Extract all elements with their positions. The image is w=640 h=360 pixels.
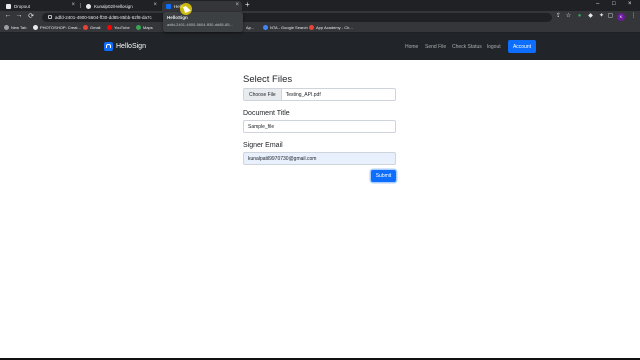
bookmark-label: Ap... [246, 25, 255, 30]
tab-favicon-icon [6, 3, 11, 9]
signer-email-label: Signer Email [243, 142, 283, 149]
nav-send-file[interactable]: Send File [425, 44, 446, 50]
bookmark-label: PHOTOSHOP: Creat... [40, 25, 81, 30]
tab-tooltip: HelloSign adfd-2401-4900-5604-ff30-dd85-… [163, 12, 243, 32]
sidebar-icon[interactable]: ▢ [607, 13, 614, 20]
nav-logout[interactable]: logout [487, 44, 501, 50]
maps-icon [136, 25, 141, 30]
youtube-icon [107, 25, 112, 30]
lock-icon [48, 15, 52, 19]
bookmark-item[interactable]: App Academy - Ch... [309, 25, 353, 30]
browser-tab-github[interactable]: Kunalp02/Hellosign × [82, 1, 160, 11]
bookmark-label: Maps [143, 25, 153, 30]
tooltip-url: adfd-2401-4900-5604-ff30-dd85-85... [167, 22, 233, 27]
minimize-icon[interactable]: – [596, 1, 599, 7]
signer-email-input[interactable]: kunalpatil9970730@gmail.com [243, 152, 396, 165]
document-title-label: Document Title [243, 110, 290, 117]
upload-form: Select Files Choose File Testing_API.pdf… [243, 74, 397, 182]
bookmarks-bar: New Tab PHOTOSHOP: Creat... Gmail YouTub… [0, 23, 640, 33]
selected-file-name: Testing_API.pdf [285, 91, 321, 98]
hellosign-logo-icon [104, 42, 113, 51]
bookmark-item[interactable]: NTA - Google Search [263, 25, 308, 30]
new-tab-button[interactable]: + [245, 0, 250, 9]
tooltip-title: HelloSign [167, 15, 188, 20]
puzzle-icon[interactable]: ✦ [598, 13, 605, 20]
tab-close-icon[interactable]: × [153, 2, 157, 8]
browser-tab-hellosign[interactable]: Hello × [162, 1, 242, 11]
bookmark-item[interactable]: New Tab [4, 25, 27, 30]
back-arrow-icon[interactable]: ← [4, 12, 12, 19]
select-files-heading: Select Files [243, 74, 293, 85]
browser-toolbar: ← → ⟳ adfd-2401-4900-5604-ff30-dd85-85bb… [0, 11, 640, 23]
menu-kebab-icon[interactable]: ⋮ [630, 13, 637, 20]
grid-icon [4, 25, 9, 30]
address-text: adfd-2401-4900-5604-ff30-dd85-85bb-62f8-… [55, 14, 152, 20]
bookmark-label: NTA - Google Search [270, 25, 308, 30]
hellosign-favicon-icon [166, 3, 171, 9]
gmail-icon [83, 25, 88, 30]
google-icon [263, 25, 268, 30]
mouse-cursor-icon [180, 3, 192, 15]
browser-tab-dropout[interactable]: Dropout × [2, 1, 78, 11]
maximize-icon[interactable]: □ [612, 1, 616, 7]
github-icon [86, 3, 91, 9]
nav-check-status[interactable]: Check Status [452, 44, 482, 50]
brand-name: HelloSign [116, 43, 146, 50]
bookmark-label: YouTube [114, 25, 130, 30]
bookmark-star-icon[interactable]: ☆ [565, 13, 572, 20]
extension-icon[interactable]: ◆ [587, 13, 594, 20]
reload-icon[interactable]: ⟳ [27, 12, 35, 20]
app-navbar: HelloSign Home Send File Check Status lo… [0, 33, 640, 60]
bookmark-label: Gmail [90, 25, 101, 30]
share-icon[interactable]: ⇪ [555, 13, 562, 20]
extension-grammar-icon[interactable]: ● [576, 13, 583, 20]
bookmark-item[interactable]: Ap... [246, 25, 254, 30]
bookmark-item[interactable]: PHOTOSHOP: Creat... [33, 25, 81, 30]
bookmark-item[interactable]: YouTube [107, 25, 130, 30]
close-window-icon[interactable]: × [628, 1, 632, 7]
brand-link[interactable]: HelloSign [104, 42, 146, 51]
bookmark-item[interactable]: Gmail [83, 25, 100, 30]
document-title-input[interactable]: Sample_file [243, 120, 396, 133]
forward-arrow-icon[interactable]: → [15, 12, 23, 19]
profile-avatar[interactable]: K [617, 13, 625, 21]
submit-row: Submit [243, 170, 396, 182]
bookmark-label: New Tab [11, 25, 27, 30]
address-bar[interactable]: adfd-2401-4900-5604-ff30-dd85-85bb-62f8-… [42, 12, 552, 22]
choose-file-button[interactable]: Choose File [244, 89, 282, 100]
browser-tabstrip: Dropout × Kunalp02/Hellosign × Hello × +… [0, 0, 640, 11]
tab-separator [80, 3, 81, 8]
submit-button[interactable]: Submit [371, 170, 396, 182]
tab-label: Kunalp02/Hellosign [94, 3, 133, 9]
nav-home[interactable]: Home [405, 44, 418, 50]
bookmark-favicon-icon [33, 25, 38, 30]
tab-close-icon[interactable]: × [235, 2, 239, 8]
app-academy-icon [309, 25, 314, 30]
bookmark-label: App Academy - Ch... [316, 25, 353, 30]
file-input[interactable]: Choose File Testing_API.pdf [243, 88, 396, 101]
account-button[interactable]: Account [508, 40, 536, 53]
tab-close-icon[interactable]: × [71, 2, 75, 8]
tab-label: Dropout [14, 3, 31, 9]
bookmark-item[interactable]: Maps [136, 25, 153, 30]
